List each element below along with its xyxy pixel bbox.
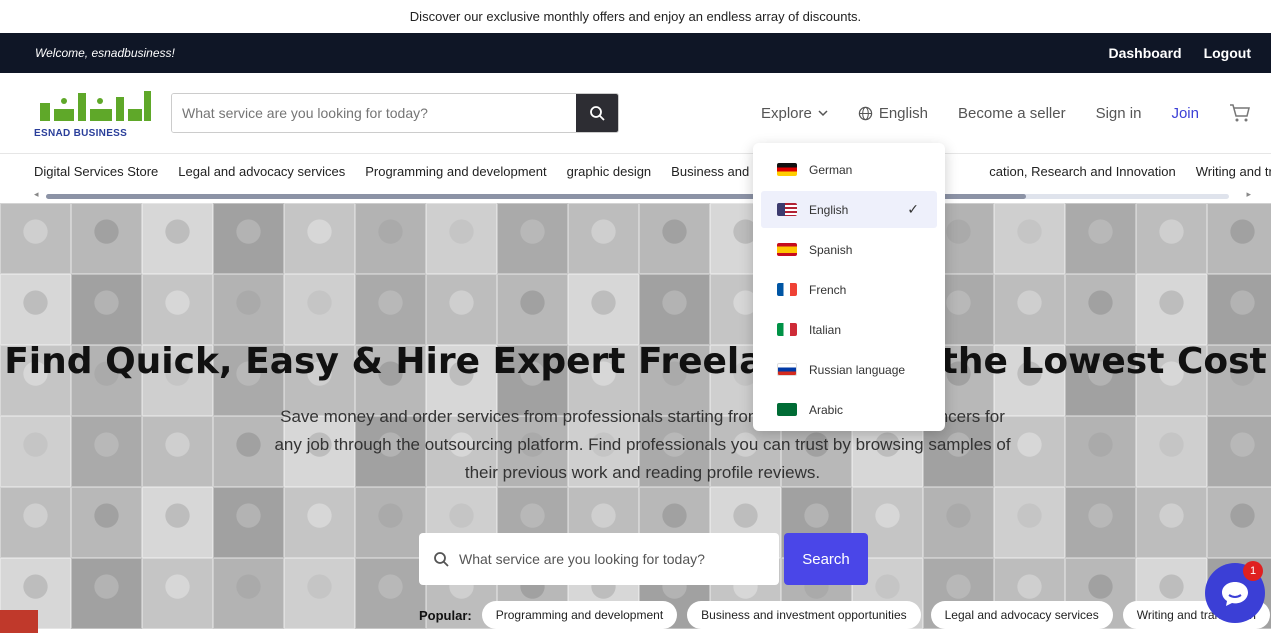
- sign-in-link[interactable]: Sign in: [1096, 105, 1142, 122]
- language-option-label: Russian language: [809, 362, 906, 377]
- header-nav: Explore English Become a seller Sign in …: [761, 103, 1251, 123]
- category-item[interactable]: Business and: [671, 164, 749, 179]
- category-item[interactable]: Digital Services Store: [34, 164, 158, 179]
- search-icon: [434, 552, 449, 567]
- category-scrollbar[interactable]: ◂ ▸: [34, 189, 1251, 203]
- language-dropdown: German English ✓ Spanish French Italian …: [753, 143, 945, 431]
- popular-label: Popular:: [419, 607, 472, 623]
- hero-search: What service are you looking for today? …: [419, 533, 868, 585]
- category-item[interactable]: graphic design: [567, 164, 652, 179]
- category-item[interactable]: Legal and advocacy services: [178, 164, 345, 179]
- join-link[interactable]: Join: [1171, 105, 1199, 122]
- language-option-label: Italian: [809, 322, 842, 337]
- language-switcher[interactable]: English: [858, 105, 928, 122]
- header-search: [171, 93, 619, 133]
- corner-widget[interactable]: [0, 610, 38, 633]
- welcome-text: Welcome, esnadbusiness!: [35, 46, 175, 60]
- popular-chip[interactable]: Programming and development: [481, 601, 678, 629]
- language-option-russian[interactable]: Russian language: [761, 351, 937, 388]
- category-bar: Digital Services Store Legal and advocac…: [0, 154, 1271, 189]
- us-flag-icon: [777, 203, 797, 216]
- hero-section: Find Quick, Easy & Hire Expert Freelance…: [0, 203, 1271, 633]
- dashboard-link[interactable]: Dashboard: [1108, 45, 1181, 61]
- logout-link[interactable]: Logout: [1204, 45, 1251, 61]
- language-option-arabic[interactable]: Arabic: [761, 391, 937, 428]
- explore-label: Explore: [760, 104, 812, 122]
- chevron-down-icon: [818, 110, 828, 117]
- popular-chip[interactable]: Legal and advocacy services: [930, 601, 1113, 629]
- language-option-label: French: [809, 282, 847, 297]
- language-option-label: Spanish: [809, 242, 853, 257]
- account-links: Dashboard Logout: [1108, 45, 1251, 61]
- ru-flag-icon: [777, 363, 797, 376]
- category-item[interactable]: cation, Research and Innovation: [989, 164, 1175, 179]
- promo-text: Discover our exclusive monthly offers an…: [409, 9, 862, 24]
- logo-text: ESNAD BUSINESS: [34, 128, 128, 139]
- de-flag-icon: [777, 163, 797, 176]
- search-icon: [590, 106, 605, 121]
- scroll-left-icon[interactable]: ◂: [34, 189, 39, 200]
- category-item[interactable]: Programming and development: [365, 164, 546, 179]
- explore-menu[interactable]: Explore: [761, 105, 828, 122]
- language-label: English: [878, 104, 929, 122]
- chat-bubble-icon: [1222, 582, 1248, 606]
- sa-flag-icon: [777, 403, 797, 416]
- become-seller-link[interactable]: Become a seller: [958, 105, 1066, 122]
- hero-title: Find Quick, Easy & Hire Expert Freelance…: [4, 341, 1267, 382]
- it-flag-icon: [777, 323, 797, 336]
- language-option-english[interactable]: English ✓: [761, 191, 937, 228]
- es-flag-icon: [777, 243, 797, 256]
- header-search-button[interactable]: [576, 94, 618, 132]
- chat-button[interactable]: 1: [1205, 561, 1265, 623]
- top-bar: Welcome, esnadbusiness! Dashboard Logout: [0, 33, 1271, 73]
- popular-searches: Popular: Programming and development Bus…: [419, 601, 1270, 629]
- hero-search-button[interactable]: Search: [784, 533, 868, 585]
- category-item[interactable]: Writing and transla: [1196, 164, 1271, 179]
- logo[interactable]: ESNAD BUSINESS: [34, 87, 156, 139]
- fr-flag-icon: [777, 283, 797, 296]
- language-option-label: Arabic: [809, 402, 844, 417]
- hero-search-input[interactable]: What service are you looking for today?: [419, 533, 779, 585]
- chat-badge: 1: [1243, 561, 1263, 581]
- logo-mark-icon: [40, 91, 151, 121]
- globe-icon: [858, 106, 873, 120]
- promo-banner: Discover our exclusive monthly offers an…: [0, 0, 1271, 33]
- language-option-spanish[interactable]: Spanish: [761, 231, 937, 268]
- language-option-italian[interactable]: Italian: [761, 311, 937, 348]
- popular-chip[interactable]: Business and investment opportunities: [687, 601, 921, 629]
- language-option-german[interactable]: German: [761, 151, 937, 188]
- scroll-right-icon[interactable]: ▸: [1246, 189, 1251, 200]
- language-option-label: German: [809, 162, 853, 177]
- site-header: ESNAD BUSINESS Explore English Become a …: [0, 73, 1271, 154]
- hero-search-placeholder: What service are you looking for today?: [459, 551, 705, 567]
- cart-icon[interactable]: [1229, 103, 1251, 123]
- language-option-french[interactable]: French: [761, 271, 937, 308]
- checkmark-icon: ✓: [907, 201, 919, 217]
- language-option-label: English: [809, 202, 849, 217]
- header-search-input[interactable]: [172, 94, 576, 132]
